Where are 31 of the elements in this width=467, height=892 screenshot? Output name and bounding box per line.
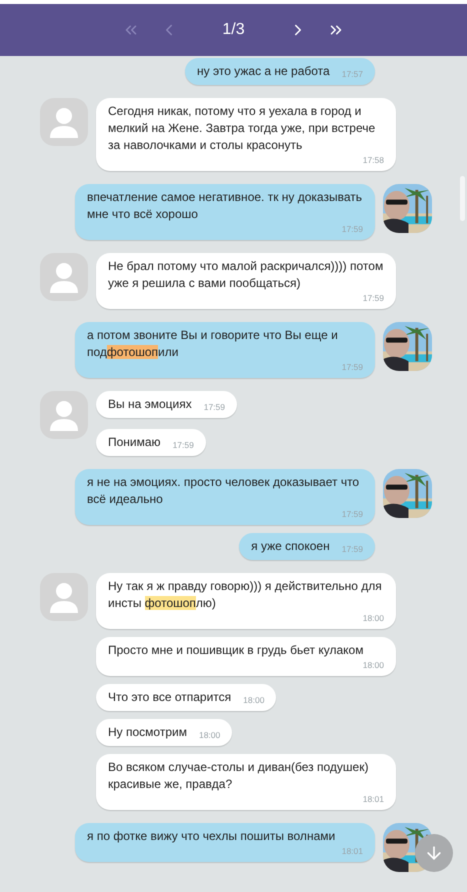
message-text: Во всяком случае-столы и диван(без подушек) красивые же, правда?	[108, 759, 370, 793]
message-text: Что это все отпарится	[108, 689, 232, 706]
message-text: Просто мне и пошивщик в грудь бьет кулаком	[108, 642, 364, 659]
message-time: 17:59	[342, 508, 363, 520]
message-time: 17:58	[362, 154, 384, 166]
message-time: 18:00	[362, 612, 384, 624]
message-time: 18:00	[362, 659, 384, 671]
message-text: Понимаю	[108, 434, 161, 451]
message-time: 18:00	[243, 694, 264, 706]
message-time: 18:01	[362, 793, 384, 805]
message-time: 17:59	[362, 292, 384, 304]
message-text: я не на эмоциях. просто человек доказывает что всё идеально	[87, 474, 360, 508]
message-time: 17:59	[342, 543, 363, 555]
message-time: 17:59	[204, 401, 225, 413]
message-time: 17:59	[342, 361, 363, 373]
message-text: я по фотке вижу что чехлы пошиты волнами	[87, 828, 336, 845]
message-time: 18:01	[342, 845, 363, 857]
message-time: 17:57	[342, 68, 363, 80]
message-text: а потом звоните Вы и говорите что Вы еще и подфотошопили	[87, 327, 339, 361]
message-text: Не брал потому что малой раскричался)))) потом уже я решила с вами пообщаться)	[108, 258, 384, 292]
message-text: впечатление самое негативное. тк ну доказывать мне что всё хорошо	[87, 189, 363, 223]
message-text: Ну посмотрим	[108, 724, 187, 741]
message-time: 18:00	[198, 729, 220, 741]
message-text: ну это ужас а не работа	[197, 63, 330, 80]
message-text: я уже спокоен	[251, 538, 330, 555]
message-time: 17:59	[172, 439, 194, 451]
message-text: Сегодня никак, потому что я уехала в город и мелкий на Жене. Завтра тогда уже, при встрече за наволочками и столы красонуть	[108, 103, 376, 154]
page-counter: 1/3	[222, 20, 245, 40]
message-text: Ну так я ж правду говорю))) я действительно для инсты фотошоплю)	[108, 578, 383, 612]
message-text: Вы на эмоциях	[108, 396, 192, 413]
message-time: 17:59	[342, 223, 363, 235]
